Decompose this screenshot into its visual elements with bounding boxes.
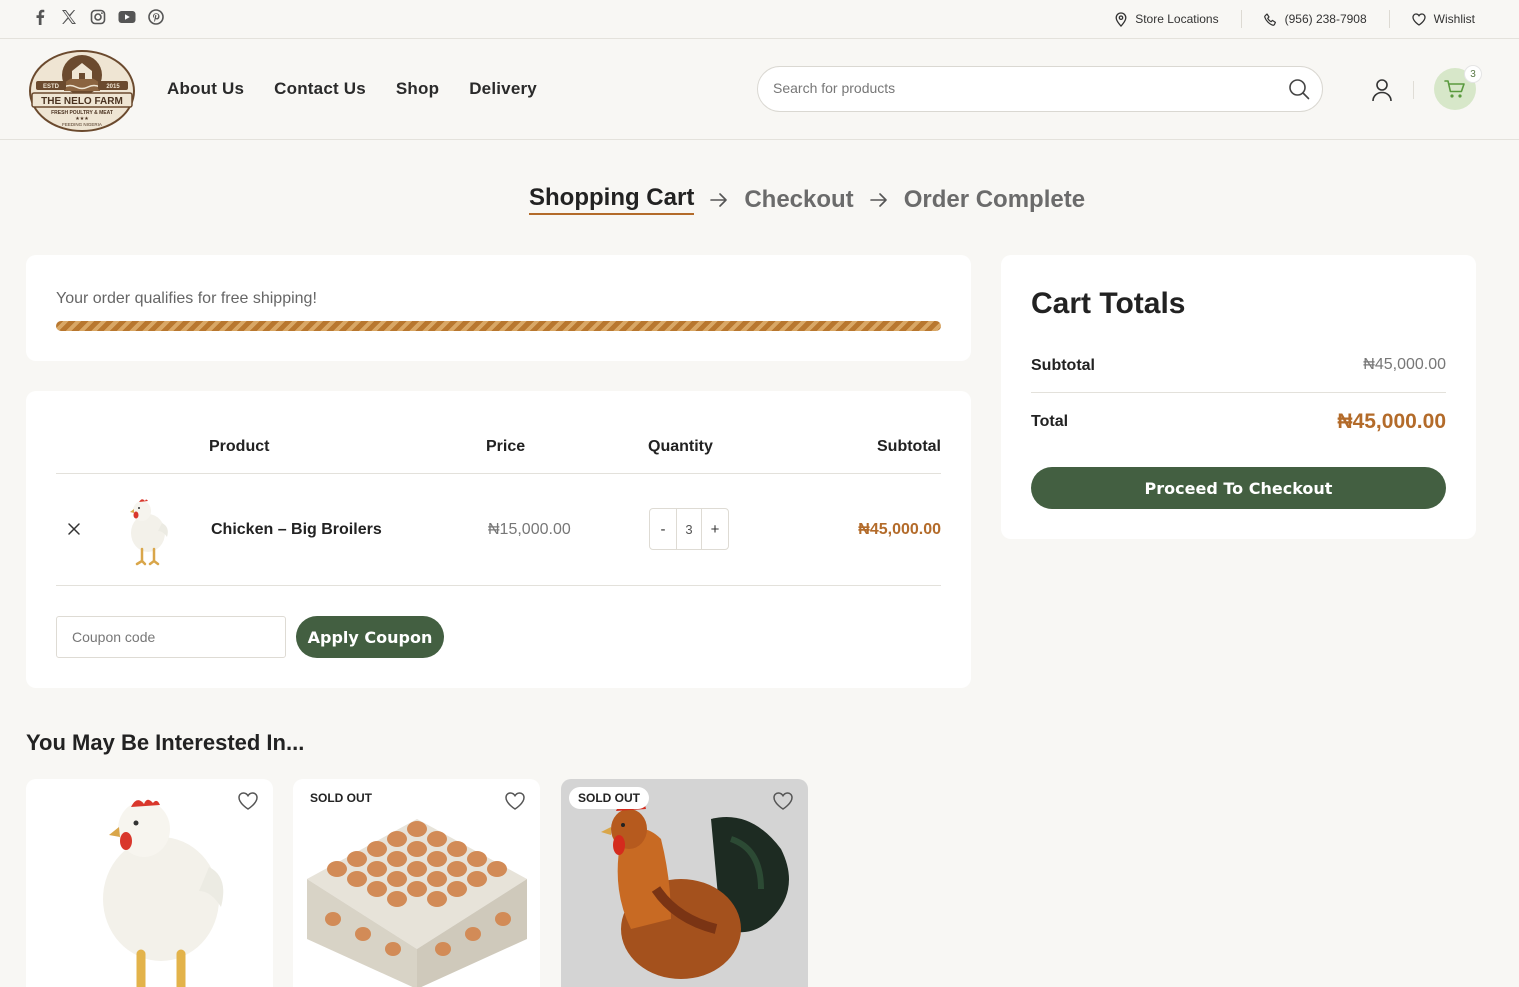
coupon-code-input[interactable]	[56, 616, 286, 658]
arrow-right-icon	[869, 192, 888, 207]
search-icon[interactable]	[1288, 78, 1310, 105]
col-header-product: Product	[209, 438, 270, 455]
subtotal-value: ₦45,000.00	[1363, 356, 1446, 373]
sold-out-badge: SOLD OUT	[301, 787, 381, 809]
store-locations-link[interactable]: Store Locations	[1115, 11, 1219, 27]
total-value: ₦45,000.00	[1337, 410, 1446, 433]
free-shipping-card: Your order qualifies for free shipping!	[26, 255, 971, 361]
proceed-to-checkout-button[interactable]: Proceed To Checkout	[1031, 467, 1446, 509]
subtotal-label: Subtotal	[1031, 357, 1095, 374]
quantity-input[interactable]: 3	[676, 509, 702, 549]
rooster-image	[601, 801, 789, 979]
progress-fill	[56, 321, 941, 331]
nav-contact-us[interactable]: Contact Us	[274, 79, 366, 99]
nav-shop[interactable]: Shop	[396, 79, 439, 99]
logo-estd-text: ESTD	[43, 84, 60, 90]
product-card[interactable]: SOLD OUT	[293, 779, 540, 987]
cart-count-badge: 3	[1464, 65, 1482, 83]
free-shipping-message: Your order qualifies for free shipping!	[56, 290, 317, 307]
divider	[56, 473, 941, 474]
logo-name-text: THE NELO FARM	[41, 96, 123, 107]
store-locations-label: Store Locations	[1135, 12, 1219, 26]
product-price: ₦15,000.00	[488, 521, 571, 538]
nav-about-us[interactable]: About Us	[167, 79, 244, 99]
cart-totals-title: Cart Totals	[1031, 287, 1186, 320]
remove-item-icon[interactable]	[66, 521, 82, 537]
pinterest-icon[interactable]	[146, 8, 166, 26]
wishlist-heart-icon[interactable]	[772, 791, 794, 816]
related-products-title: You May Be Interested In...	[26, 730, 305, 755]
col-header-price: Price	[486, 438, 526, 455]
shopping-cart-icon	[1444, 80, 1465, 98]
divider	[1240, 10, 1242, 28]
main-header: ESTD 2015 THE NELO FARM FRESH POULTRY & …	[0, 39, 1519, 140]
quantity-increase-button[interactable]: +	[702, 509, 728, 549]
sold-out-badge: SOLD OUT	[569, 787, 649, 809]
step-checkout[interactable]: Checkout	[744, 186, 853, 214]
top-links: Store Locations (956) 238-7908 Wishlist	[1115, 10, 1475, 28]
product-name[interactable]: Chicken – Big Broilers	[211, 521, 382, 539]
search-bar	[757, 66, 1323, 112]
social-links	[30, 8, 166, 26]
col-header-quantity: Quantity	[648, 438, 713, 455]
phone-link[interactable]: (956) 238-7908	[1263, 12, 1367, 26]
youtube-icon[interactable]	[117, 8, 137, 26]
logo-year-text: 2015	[106, 84, 120, 90]
divider	[1413, 81, 1414, 99]
col-header-subtotal: Subtotal	[877, 438, 941, 455]
free-shipping-progress	[56, 321, 941, 331]
wishlist-link[interactable]: Wishlist	[1412, 12, 1475, 26]
phone-icon	[1263, 12, 1276, 26]
quantity-stepper: - 3 +	[649, 508, 729, 550]
egg-trays-image	[307, 819, 527, 987]
checkout-steps: Shopping Cart Checkout Order Complete	[529, 184, 1085, 215]
heart-icon	[1412, 12, 1426, 26]
map-pin-icon	[1115, 11, 1127, 27]
divider	[1388, 10, 1390, 28]
wishlist-heart-icon[interactable]	[504, 791, 526, 816]
farm-logo-icon: ESTD 2015 THE NELO FARM FRESH POULTRY & …	[29, 50, 135, 132]
instagram-icon[interactable]	[88, 8, 108, 26]
cart-totals-card: Cart Totals Subtotal ₦45,000.00 Total ₦4…	[1001, 255, 1476, 539]
step-shopping-cart[interactable]: Shopping Cart	[529, 184, 695, 215]
user-account-icon[interactable]	[1370, 78, 1394, 107]
product-card[interactable]: SOLD OUT	[561, 779, 808, 987]
arrow-right-icon	[710, 192, 728, 207]
line-subtotal: ₦45,000.00	[858, 521, 941, 538]
logo-motto-text: FEEDING NIGERIA	[62, 122, 102, 127]
broiler-chicken-image	[103, 799, 224, 987]
wishlist-label: Wishlist	[1433, 12, 1475, 26]
step-order-complete: Order Complete	[903, 185, 1086, 213]
site-logo[interactable]: ESTD 2015 THE NELO FARM FRESH POULTRY & …	[28, 47, 136, 133]
cart-table: Product Price Quantity Subtotal Chicken …	[26, 391, 971, 688]
phone-label: (956) 238-7908	[1284, 12, 1367, 26]
product-card[interactable]	[26, 779, 273, 987]
total-label: Total	[1031, 413, 1069, 430]
x-icon[interactable]	[59, 8, 79, 26]
main-nav: About Us Contact Us Shop Delivery	[167, 79, 537, 99]
facebook-icon[interactable]	[30, 8, 50, 26]
divider	[56, 585, 941, 586]
divider	[1031, 392, 1446, 393]
top-bar: Store Locations (956) 238-7908 Wishlist	[0, 0, 1519, 39]
search-input[interactable]	[773, 80, 1273, 96]
apply-coupon-button[interactable]: Apply Coupon	[296, 616, 444, 658]
product-thumbnail[interactable]	[118, 491, 178, 567]
nav-delivery[interactable]: Delivery	[469, 79, 537, 99]
quantity-decrease-button[interactable]: -	[650, 509, 676, 549]
